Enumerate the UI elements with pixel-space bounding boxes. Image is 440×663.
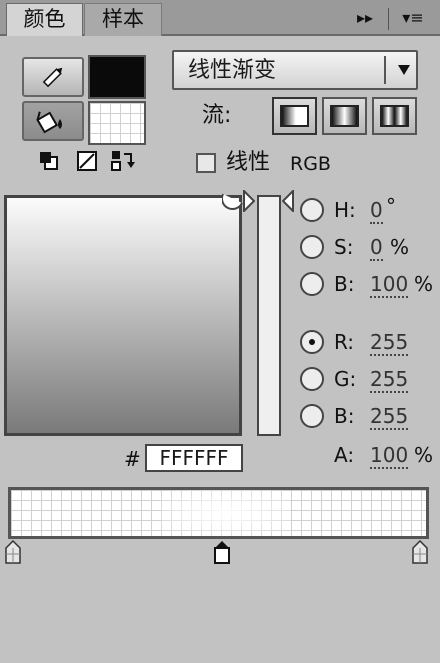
hue-unit: ° bbox=[386, 194, 396, 218]
fill-color-button[interactable] bbox=[22, 101, 84, 141]
brightness-unit: % bbox=[414, 272, 434, 296]
panel-tab-bar: 颜色 样本 ▸▸ ▾≡ bbox=[0, 0, 440, 36]
dropdown-divider bbox=[384, 56, 386, 84]
slider-right-arrow-icon[interactable] bbox=[282, 190, 294, 212]
hue-radio[interactable] bbox=[300, 198, 324, 222]
hue-value[interactable]: 0 bbox=[370, 198, 383, 224]
red-label: R: bbox=[334, 330, 355, 354]
panel-menu-icon[interactable]: ▾≡ bbox=[396, 6, 430, 30]
divider bbox=[388, 8, 389, 30]
hex-label: # bbox=[124, 447, 141, 471]
blue-value[interactable]: 255 bbox=[370, 404, 409, 430]
gradient-highlight bbox=[161, 490, 291, 536]
alpha-unit: % bbox=[414, 443, 434, 467]
color-picker-cursor[interactable] bbox=[222, 193, 244, 213]
pencil-icon bbox=[42, 67, 63, 88]
collapse-panel-icon[interactable]: ▸▸ bbox=[352, 6, 378, 30]
flow-extend-button[interactable] bbox=[272, 97, 317, 135]
hex-input[interactable]: FFFFFF bbox=[145, 444, 243, 472]
linear-rgb-label: 线性 bbox=[226, 150, 271, 175]
flow-repeat-button[interactable] bbox=[372, 97, 417, 135]
brightness-label: B: bbox=[334, 272, 355, 296]
blue-label: B: bbox=[334, 404, 355, 428]
slider-left-arrow-icon[interactable] bbox=[243, 190, 255, 212]
saturation-label: S: bbox=[334, 235, 354, 259]
red-value[interactable]: 255 bbox=[370, 330, 409, 356]
stroke-color-swatch[interactable] bbox=[88, 55, 146, 99]
green-radio[interactable] bbox=[300, 367, 324, 391]
dropdown-arrow-icon bbox=[398, 65, 410, 75]
swap-colors-icon[interactable] bbox=[110, 149, 136, 173]
saturation-unit: % bbox=[390, 235, 410, 259]
red-radio[interactable] bbox=[300, 330, 324, 354]
tab-swatches[interactable]: 样本 bbox=[84, 3, 162, 36]
brightness-value[interactable]: 100 bbox=[370, 272, 409, 298]
no-color-icon[interactable] bbox=[76, 150, 98, 172]
flow-reflect-icon bbox=[330, 105, 359, 127]
gradient-bar[interactable] bbox=[8, 487, 429, 539]
brightness-slider[interactable] bbox=[257, 195, 281, 436]
blue-radio[interactable] bbox=[300, 404, 324, 428]
alpha-value[interactable]: 100 bbox=[370, 443, 409, 469]
linear-rgb-checkbox[interactable] bbox=[196, 153, 216, 173]
saturation-radio[interactable] bbox=[300, 235, 324, 259]
gradient-stop-right[interactable] bbox=[412, 540, 428, 564]
flow-extend-icon bbox=[280, 105, 309, 127]
saturation-value[interactable]: 0 bbox=[370, 235, 383, 261]
gradient-stop-left[interactable] bbox=[5, 540, 21, 564]
stroke-color-button[interactable] bbox=[22, 57, 84, 97]
default-colors-icon[interactable] bbox=[38, 150, 60, 172]
green-value[interactable]: 255 bbox=[370, 367, 409, 393]
hue-label: H: bbox=[334, 198, 356, 222]
tab-color[interactable]: 颜色 bbox=[6, 3, 83, 36]
paint-bucket-icon bbox=[36, 111, 62, 134]
fill-color-swatch[interactable] bbox=[88, 101, 146, 145]
flow-reflect-button[interactable] bbox=[322, 97, 367, 135]
color-field[interactable] bbox=[4, 195, 242, 436]
fill-type-value: 线性渐变 bbox=[188, 58, 277, 83]
flow-repeat-icon bbox=[380, 105, 409, 127]
brightness-radio[interactable] bbox=[300, 272, 324, 296]
gradient-stop-selected[interactable] bbox=[214, 540, 230, 564]
alpha-label: A: bbox=[334, 443, 355, 467]
green-label: G: bbox=[334, 367, 357, 391]
fill-type-dropdown[interactable]: 线性渐变 bbox=[172, 50, 418, 90]
linear-rgb-suffix: RGB bbox=[290, 153, 331, 175]
flow-label: 流: bbox=[202, 103, 232, 128]
